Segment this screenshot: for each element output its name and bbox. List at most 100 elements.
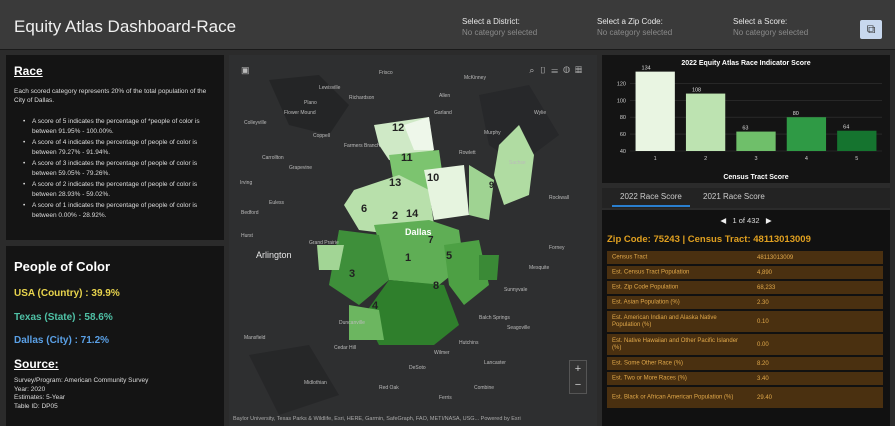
grid-icon[interactable]: ▦ — [575, 65, 587, 75]
row-label: Est. American Indian and Alaska Native P… — [612, 314, 717, 328]
race-intro: Each scored category represents 20% of t… — [14, 88, 207, 104]
basemap-icon[interactable]: ◍ — [563, 65, 575, 75]
row-label: Est. Black or African American Populatio… — [612, 394, 734, 400]
place-label: Mansfield — [244, 335, 266, 341]
place-label: Rockwall — [549, 195, 570, 201]
y-tick-label: 100 — [617, 98, 626, 104]
x-tick-label: 1 — [654, 156, 657, 162]
search-icon[interactable]: ⌕ — [529, 65, 539, 75]
place-label: Red Oak — [379, 385, 399, 391]
row-value: 4,890 — [757, 269, 773, 276]
row-value: 8.20 — [757, 360, 769, 367]
district-label: 3 — [349, 268, 356, 280]
race-score-item: A score of 5 indicates the percentage of… — [23, 117, 216, 137]
place-label: Ferris — [439, 395, 452, 401]
chart-bar-2 — [685, 93, 726, 151]
map-toolbar[interactable]: ⌕▯☰◍▦ — [529, 65, 587, 76]
bookmark-icon[interactable]: ▯ — [539, 65, 551, 75]
place-label: Cedar Hill — [334, 345, 356, 351]
bar-value-label: 64 — [843, 125, 849, 131]
place-label: Lewisville — [319, 85, 341, 91]
zoom-in-button[interactable]: + — [570, 361, 586, 377]
row-label: Est. Census Tract Population — [612, 269, 690, 275]
place-label: McKinney — [464, 75, 486, 81]
race-score-item: A score of 1 indicates the percentage of… — [23, 201, 216, 221]
source-line: Table ID: DP05 — [14, 402, 58, 410]
external-link-button[interactable]: ⧉ — [860, 20, 882, 39]
score-selector[interactable]: Select a Score: No category selected — [733, 16, 808, 38]
map-attribution: Baylor University, Texas Parks & Wildlif… — [233, 416, 521, 422]
place-label: Combine — [474, 385, 495, 391]
table-row: Est. Some Other Race (%) 8.20 — [607, 357, 883, 371]
score-selector-value: No category selected — [733, 28, 809, 37]
district-label: 12 — [392, 122, 405, 134]
place-label: Farmers Branch — [344, 143, 380, 149]
zoom-out-button[interactable]: − — [570, 377, 586, 393]
y-tick-label: 80 — [620, 115, 626, 121]
place-label: Euless — [269, 200, 285, 206]
place-label: Forney — [549, 245, 565, 251]
y-tick-label: 60 — [620, 132, 626, 138]
source-line: Year: 2020 — [14, 385, 46, 393]
map-widget-icon[interactable]: ▣ — [241, 65, 250, 76]
place-label: Irving — [240, 180, 253, 186]
popup-title: Zip Code: 75243 | Census Tract: 48113013… — [607, 234, 811, 245]
chart-bar-1 — [635, 71, 675, 151]
tab-2022-race-score[interactable]: 2022 Race Score — [620, 192, 682, 201]
map-view[interactable]: ▣ ⌕▯☰◍▦ 12 11 13 10 9 6 2 14 1 7 3 5 4 8… — [229, 55, 597, 426]
row-label: Est. Zip Code Population — [612, 284, 679, 290]
table-row: Est. Census Tract Population 4,890 — [607, 266, 883, 280]
district-label: 14 — [406, 208, 419, 220]
external-link-icon: ⧉ — [866, 22, 876, 36]
district-selector[interactable]: Select a District: No category selected — [462, 16, 537, 38]
header-bar: Equity Atlas Dashboard-Race Select a Dis… — [0, 0, 895, 50]
people-of-color-panel: People of Color USA (Country) : 39.9% Te… — [6, 246, 224, 426]
row-value: 2.30 — [757, 299, 769, 306]
zip-code-selector-value: No category selected — [597, 28, 673, 37]
row-value: 48113013009 — [757, 254, 794, 261]
place-label: Richardson — [349, 95, 375, 101]
source-heading: Source: — [14, 357, 59, 371]
table-row: Est. Native Hawaiian and Other Pacific I… — [607, 334, 883, 356]
row-value: 0.10 — [757, 318, 769, 325]
x-tick-label: 5 — [855, 156, 858, 162]
bar-value-label: 108 — [692, 88, 701, 94]
district-label: 13 — [389, 177, 402, 189]
district-label: 10 — [427, 172, 440, 184]
place-label: Carrollton — [262, 155, 284, 161]
row-label: Census Tract — [612, 254, 648, 260]
chart-bar-3 — [736, 131, 776, 151]
race-score-chart-panel: 2022 Equity Atlas Race Indicator Score 4… — [602, 55, 890, 183]
score-selector-label: Select a Score: — [733, 17, 788, 26]
source-line: Survey/Program: American Community Surve… — [14, 377, 149, 384]
dallas-stat: Dallas (City) : 71.2% — [14, 335, 110, 346]
zip-code-selector[interactable]: Select a Zip Code: No category selected — [597, 16, 672, 38]
x-tick-label: 3 — [754, 156, 757, 162]
place-label: Wylie — [534, 110, 547, 116]
y-tick-label: 40 — [620, 149, 626, 155]
place-label: Duncanville — [339, 320, 365, 326]
place-label: Balch Springs — [479, 315, 510, 321]
place-label: Allen — [439, 93, 451, 99]
place-label: Bedford — [241, 210, 259, 216]
tab-2021-race-score[interactable]: 2021 Race Score — [703, 192, 765, 201]
row-value: 68,233 — [757, 284, 776, 291]
tract-popup: ◀ 1 of 432 ▶ Zip Code: 75243 | Census Tr… — [602, 210, 890, 426]
bar-value-label: 134 — [642, 66, 651, 72]
texas-stat: Texas (State) : 58.6% — [14, 312, 113, 323]
place-label: Hutchins — [459, 340, 479, 346]
table-row: Est. Black or African American Populatio… — [607, 387, 883, 409]
zip-code-selector-label: Select a Zip Code: — [597, 17, 663, 26]
previous-feature-icon[interactable]: ◀ — [720, 216, 726, 225]
x-tick-label: 4 — [805, 156, 808, 162]
layers-icon[interactable]: ☰ — [551, 65, 563, 75]
race-score-item: A score of 2 indicates the percentage of… — [23, 180, 216, 200]
place-label: Mesquite — [529, 265, 550, 271]
district-selector-value: No category selected — [462, 28, 538, 37]
place-label: Murphy — [484, 130, 501, 136]
district-label: 5 — [446, 250, 453, 262]
zoom-control[interactable]: + − — [569, 360, 587, 394]
place-label: Seagoville — [507, 325, 531, 331]
next-feature-icon[interactable]: ▶ — [766, 216, 772, 225]
row-label: Est. Some Other Race (%) — [612, 360, 684, 366]
